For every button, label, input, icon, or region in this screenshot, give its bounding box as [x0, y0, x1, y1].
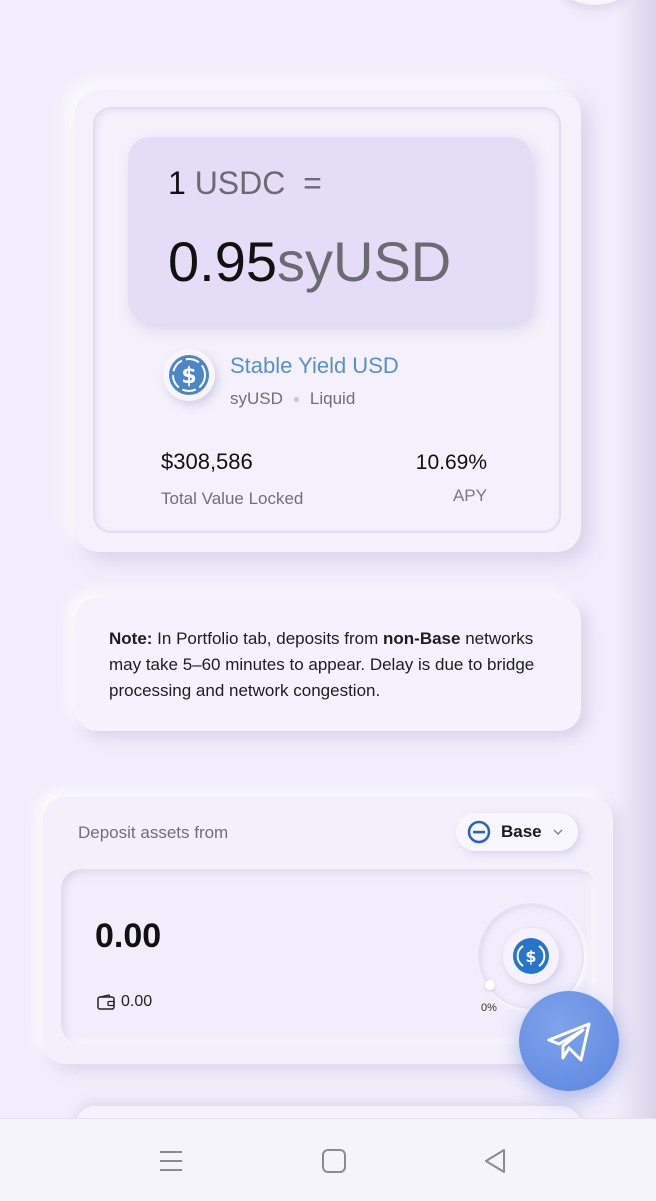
- rate-input-amount: 1: [168, 165, 186, 201]
- svg-text:$: $: [181, 364, 196, 389]
- percent-label: 0%: [481, 1002, 497, 1014]
- note-text-1: In Portfolio tab, deposits from: [152, 629, 384, 648]
- token-meta: syUSD Liquid: [230, 389, 355, 409]
- deposit-label: Deposit assets from: [78, 823, 229, 842]
- note-bold: non-Base: [383, 629, 461, 648]
- rate-input: 1 USDC =: [168, 165, 322, 202]
- rate-output: 0.95syUSD: [168, 229, 451, 294]
- base-network-icon: [467, 820, 491, 849]
- amount-input-box[interactable]: 0.00 0.00 $ 0%: [61, 869, 596, 1044]
- rate-output-amount: 0.95: [168, 230, 277, 293]
- rate-output-token: syUSD: [277, 230, 452, 293]
- wallet-icon: [97, 994, 115, 1010]
- network-selector[interactable]: Base: [456, 813, 578, 851]
- vault-card: 1 USDC = 0.95syUSD $ Stable Yield USD sy…: [75, 90, 581, 552]
- tvl-value: $308,586: [161, 449, 253, 474]
- telegram-fab[interactable]: [519, 991, 619, 1091]
- balance-value: 0.00: [121, 993, 153, 1010]
- dollar-coin-icon: $: [163, 349, 215, 401]
- apy-value: 10.69%: [415, 451, 487, 474]
- back-triangle-icon[interactable]: [482, 1147, 510, 1175]
- system-nav-bar: [0, 1118, 656, 1201]
- svg-text:$: $: [525, 947, 536, 966]
- paper-plane-icon: [547, 1022, 591, 1062]
- tvl-label: Total Value Locked: [161, 489, 304, 508]
- token-type: Liquid: [309, 389, 356, 408]
- vault-card-inner: 1 USDC = 0.95syUSD $ Stable Yield USD sy…: [93, 107, 561, 533]
- edge-shadow: [616, 0, 656, 1120]
- rate-input-token: USDC: [194, 165, 286, 201]
- amount-input[interactable]: 0.00: [95, 917, 161, 956]
- note-card: Note: In Portfolio tab, deposits from no…: [75, 598, 581, 731]
- rate-equals: =: [303, 165, 322, 201]
- usdc-token-icon: $: [503, 928, 559, 984]
- exchange-rate-box: 1 USDC = 0.95syUSD: [128, 137, 532, 323]
- token-name-link[interactable]: Stable Yield USD: [230, 353, 399, 379]
- home-square-icon[interactable]: [320, 1147, 348, 1175]
- apy-label: APY: [452, 486, 487, 505]
- network-label: Base: [501, 822, 542, 841]
- separator-dot: [293, 397, 299, 403]
- chevron-down-icon: [552, 825, 564, 843]
- slider-handle[interactable]: [485, 980, 495, 990]
- menu-icon[interactable]: [157, 1147, 185, 1175]
- note-label: Note:: [109, 629, 153, 648]
- token-symbol: syUSD: [230, 389, 283, 408]
- wallet-balance[interactable]: 0.00: [97, 993, 152, 1011]
